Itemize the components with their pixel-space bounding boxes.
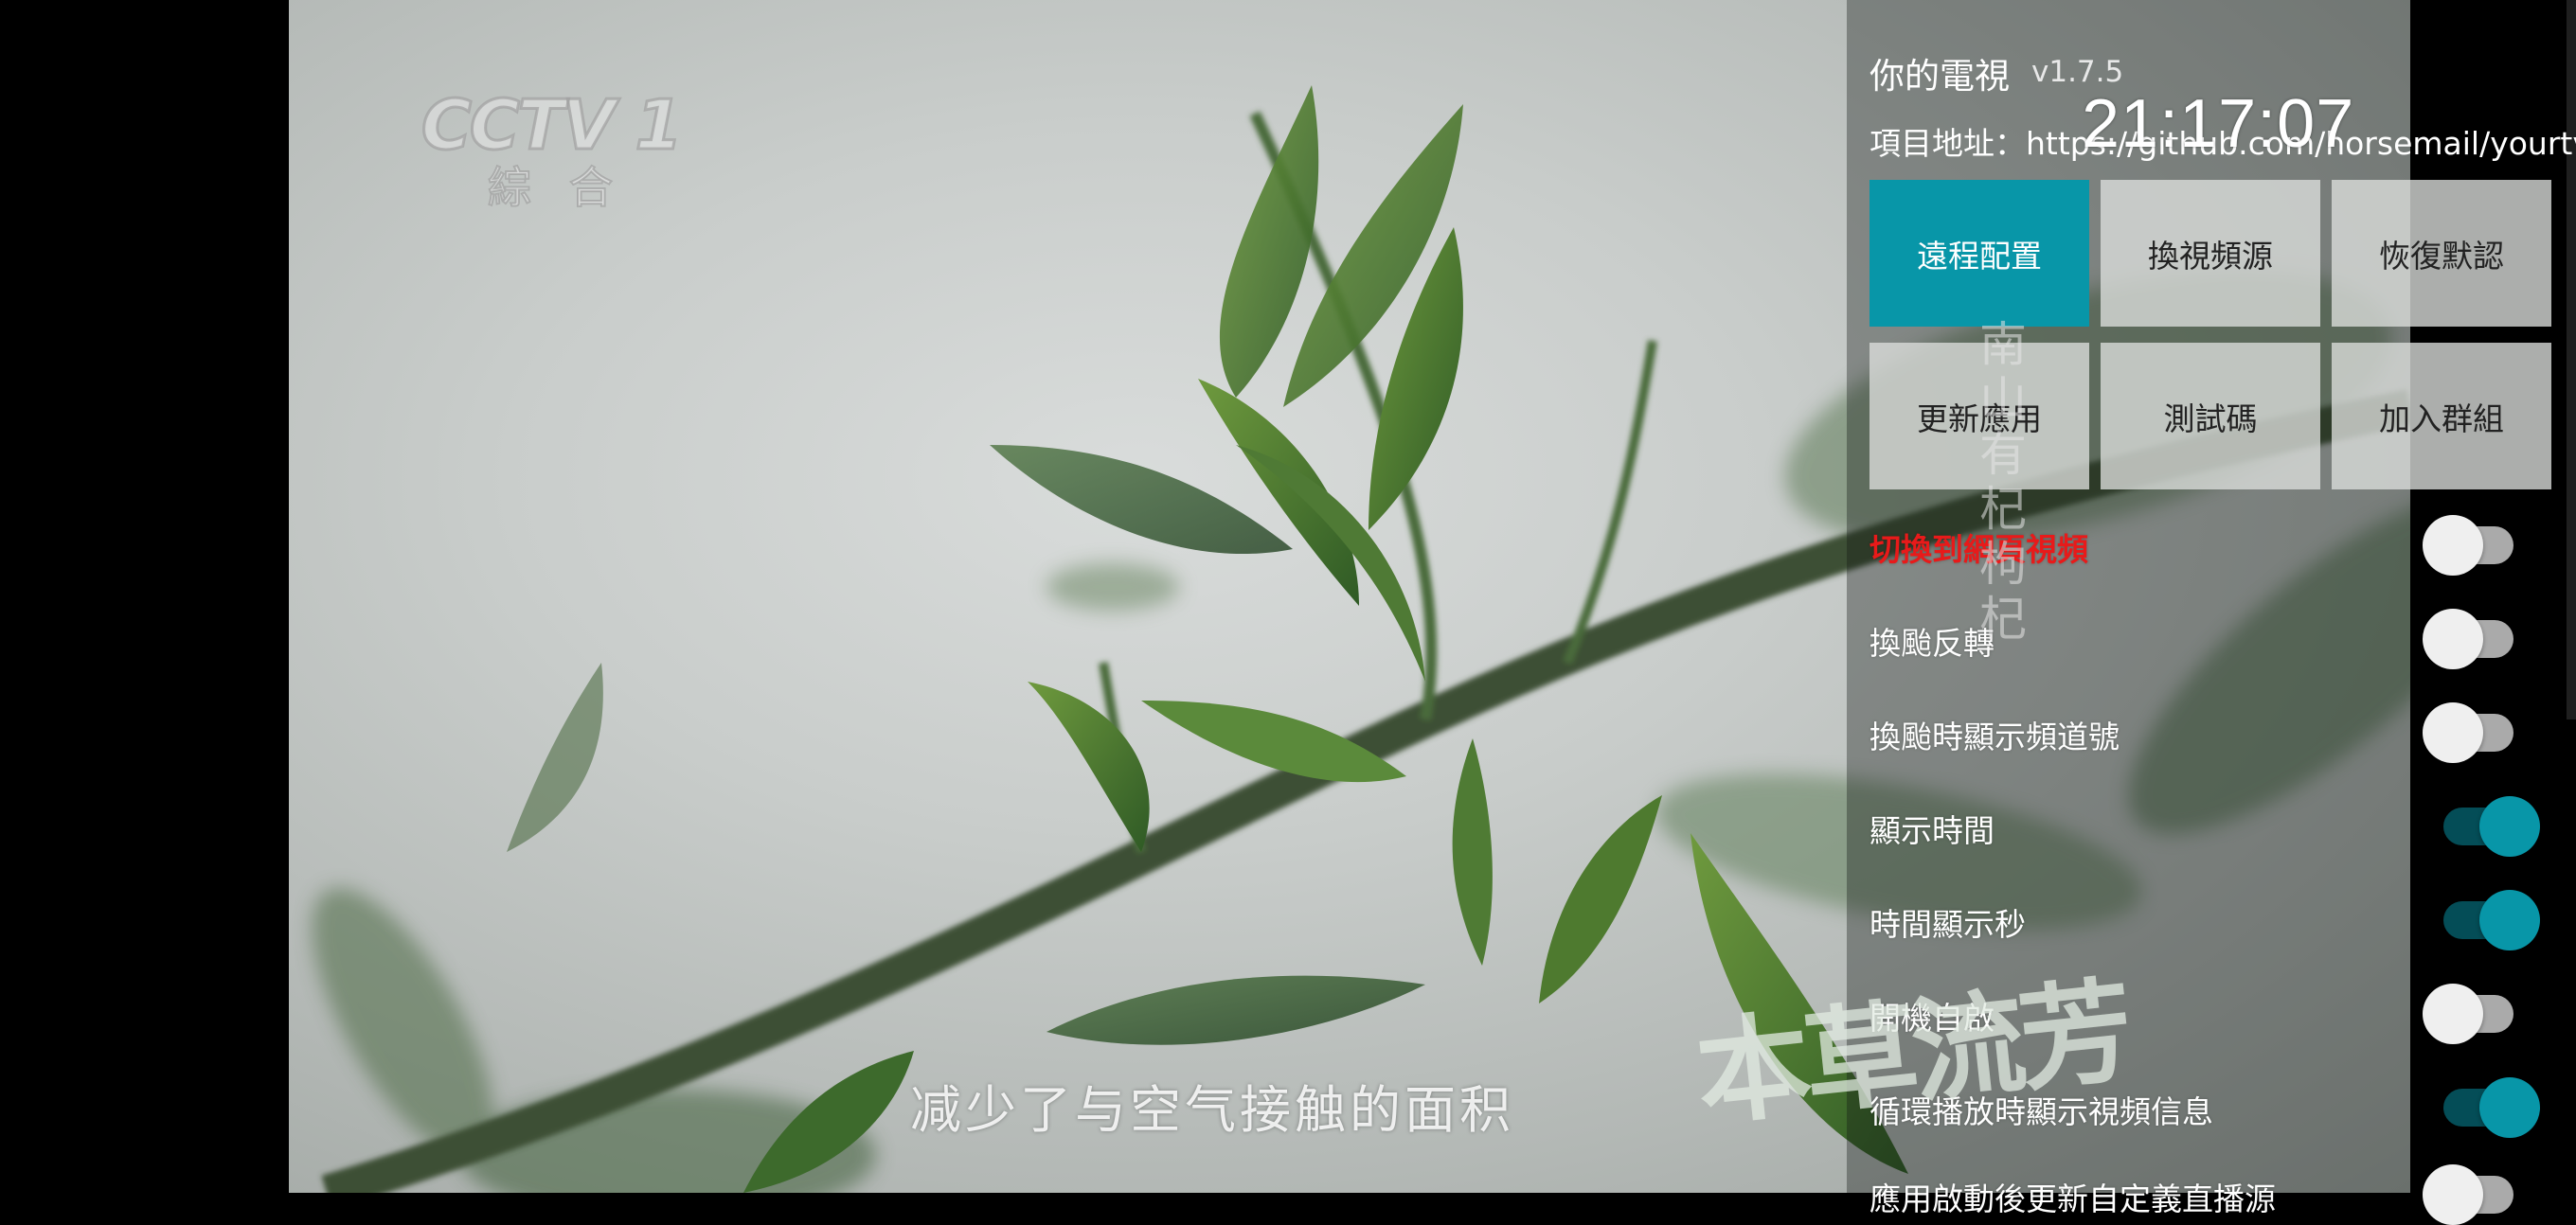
app-title: 你的電視: [1869, 57, 2010, 96]
video-vertical-caption: 南山有杞 枸杞: [1979, 317, 2027, 647]
remote-config-button[interactable]: 遠程配置: [1869, 180, 2089, 327]
toggle-row-web-video[interactable]: 切換到網頁視頻: [1869, 515, 2513, 576]
channel-logo: CCTV 1 綜合: [420, 84, 706, 215]
toggle-row-reverse-channel[interactable]: 換颱反轉: [1869, 609, 2513, 669]
test-code-button[interactable]: 測試碼: [2101, 343, 2320, 489]
boot-start-switch[interactable]: [2423, 984, 2513, 1044]
toggle-row-show-time[interactable]: 顯示時間: [1869, 796, 2540, 857]
reverse-channel-switch[interactable]: [2423, 609, 2513, 669]
app-version: v1.7.5: [2031, 55, 2124, 89]
toggle-label: 顯示時間: [1869, 812, 1995, 849]
toggle-row-show-channel-number[interactable]: 換颱時顯示頻道號: [1869, 702, 2513, 763]
toggle-row-update-custom-source[interactable]: 應用啟動後更新自定義直播源: [1869, 1164, 2513, 1225]
toggle-label: 時間顯示秒: [1869, 906, 2026, 943]
web-video-switch[interactable]: [2423, 515, 2513, 576]
toggle-row-show-seconds[interactable]: 時間顯示秒: [1869, 890, 2540, 950]
channel-logo-sub: 綜合: [487, 161, 651, 214]
loop-show-info-switch[interactable]: [2443, 1077, 2540, 1138]
clock-display: 21:17:07: [2082, 86, 2355, 162]
join-group-button[interactable]: 加入群組: [2332, 343, 2551, 489]
toggle-label: 應用啟動後更新自定義直播源: [1869, 1181, 2276, 1217]
scrollbar[interactable]: [2567, 0, 2576, 719]
show-channel-number-switch[interactable]: [2423, 702, 2513, 763]
update-custom-source-switch[interactable]: [2423, 1164, 2513, 1225]
show-time-switch[interactable]: [2443, 796, 2540, 857]
show-seconds-switch[interactable]: [2443, 890, 2540, 950]
toggle-label: 換颱時顯示頻道號: [1869, 719, 2120, 755]
switch-source-button[interactable]: 換視頻源: [2101, 180, 2320, 327]
restore-default-button[interactable]: 恢復默認: [2332, 180, 2551, 327]
